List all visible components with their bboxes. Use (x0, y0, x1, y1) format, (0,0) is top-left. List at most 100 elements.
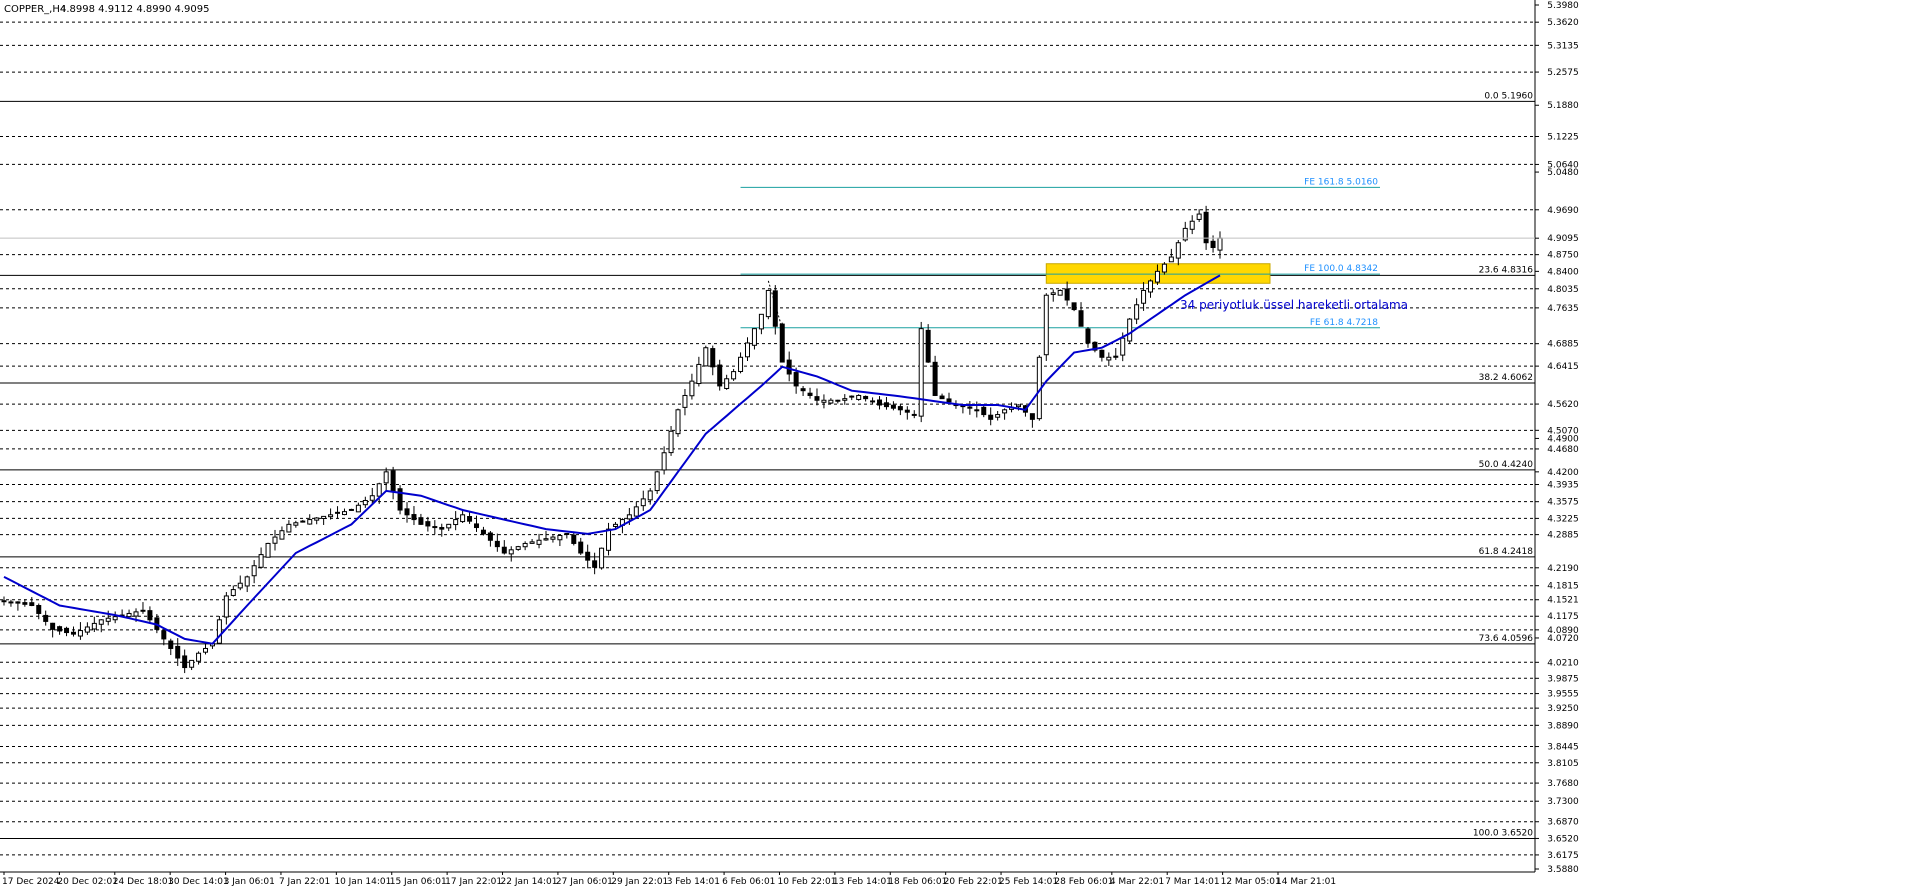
candle-body (1210, 240, 1216, 248)
candle-body (418, 517, 424, 525)
price-tick-label: 4.3935 (1547, 480, 1579, 490)
price-tick-label: 4.1521 (1547, 596, 1579, 606)
candle-body (1127, 318, 1133, 342)
price-tick-label: 3.6870 (1547, 818, 1579, 828)
candle-body (203, 647, 209, 653)
price-tick-label: 3.9250 (1547, 704, 1579, 714)
price-tick-label: 4.9690 (1547, 206, 1579, 216)
candle-body (696, 363, 702, 385)
candle-body (487, 532, 493, 541)
time-tick-label: 3 Feb 14:01 (667, 877, 720, 887)
candle-body (1106, 356, 1112, 361)
candle-body (474, 523, 480, 529)
price-tick-label: 4.6885 (1547, 340, 1579, 350)
candle-body (293, 522, 299, 526)
time-tick-label: 25 Feb 14:01 (999, 877, 1058, 887)
candle-body (258, 554, 264, 568)
candle-body (57, 626, 63, 632)
candle-body (321, 515, 327, 519)
candle-body (1029, 413, 1035, 420)
price-tick-label: 5.3620 (1547, 18, 1579, 28)
price-tick-label: 5.0480 (1547, 168, 1579, 178)
candle-body (189, 659, 195, 668)
candle-body (668, 430, 674, 454)
fib-level-label: 73.6 4.0596 (1479, 634, 1534, 644)
chart-header-symbol: COPPER_,H4 (4, 4, 66, 15)
candle-body (571, 534, 577, 544)
chart-header-ohlc: 4.8998 4.9112 4.8990 4.9095 (60, 4, 210, 15)
candle-body (133, 611, 139, 617)
candle-body (432, 526, 438, 529)
candle-body (501, 546, 507, 554)
candle-body (508, 549, 514, 555)
time-tick-label: 13 Feb 14:01 (833, 877, 892, 887)
candle-body (314, 517, 320, 521)
candle-body (592, 560, 598, 568)
candle-body (70, 631, 76, 635)
price-tick-label: 3.8890 (1547, 721, 1579, 731)
candle-body (988, 414, 994, 420)
fib-level-label: 23.6 4.8316 (1479, 265, 1534, 275)
fe-level-label: FE 100.0 4.8342 (1304, 264, 1378, 274)
candle-body (161, 630, 167, 640)
fib-level-label: 61.8 4.2418 (1479, 547, 1534, 557)
candle-body (689, 380, 695, 397)
price-tick-label: 4.1175 (1547, 612, 1579, 622)
candle-body (341, 511, 347, 516)
candle-body (307, 519, 313, 525)
time-tick-label: 20 Feb 22:01 (944, 877, 1003, 887)
candle-body (1113, 355, 1119, 358)
fib-level-label: 50.0 4.4240 (1479, 460, 1534, 470)
price-tick-label: 5.3135 (1547, 41, 1579, 51)
candle-body (230, 589, 236, 596)
candle-body (1, 600, 7, 603)
time-tick-label: 28 Feb 06:01 (1054, 877, 1113, 887)
candle-body (355, 504, 361, 513)
candle-body (1217, 237, 1223, 251)
price-tick-label: 4.2190 (1547, 564, 1579, 574)
candle-body (8, 601, 14, 604)
candle-body (362, 499, 368, 506)
candle-body (77, 630, 83, 637)
candle-body (800, 388, 806, 392)
candle-body (765, 289, 771, 318)
candle-body (348, 508, 354, 511)
price-tick-label: 4.3225 (1547, 514, 1579, 524)
candle-body (731, 371, 737, 380)
candle-body (793, 372, 799, 387)
candle-body (807, 392, 813, 396)
candle-body (522, 542, 528, 548)
candle-body (244, 576, 250, 587)
price-tick-label: 4.7635 (1547, 304, 1579, 314)
time-tick-label: 7 Mar 14:01 (1165, 877, 1219, 887)
candle-body (105, 617, 111, 622)
candle-body (460, 514, 466, 523)
price-tick-label: 4.8400 (1547, 267, 1579, 277)
candle-body (904, 409, 910, 413)
candle-body (654, 471, 660, 492)
candle-body (43, 614, 49, 622)
candle-body (758, 313, 764, 330)
time-tick-label: 30 Dec 14:01 (168, 877, 229, 887)
candle-body (36, 605, 42, 614)
candle-body (550, 536, 556, 540)
time-tick-label: 17 Jan 22:01 (445, 877, 502, 887)
candle-body (1175, 242, 1181, 259)
candle-body (710, 348, 716, 368)
candle-body (863, 395, 869, 400)
candle-body (842, 398, 848, 401)
price-tick-label: 3.6175 (1547, 851, 1579, 861)
price-tick-label: 4.1815 (1547, 582, 1579, 592)
candle-body (390, 470, 396, 492)
price-tick-label: 4.0720 (1547, 634, 1579, 644)
time-tick-label: 15 Jan 06:01 (390, 877, 447, 887)
candle-body (175, 645, 181, 659)
candle-body (1189, 220, 1195, 230)
candlestick-chart[interactable]: 0.0 5.1960 23.6 4.8316 38.2 4.6062 50.0 4.4… (0, 0, 1916, 888)
candle-body (640, 498, 646, 507)
price-tick-label: 4.0210 (1547, 658, 1579, 668)
candle-body (369, 495, 375, 501)
candle-body (404, 508, 410, 516)
candle-body (647, 490, 653, 501)
price-tick-label: 3.7300 (1547, 797, 1579, 807)
